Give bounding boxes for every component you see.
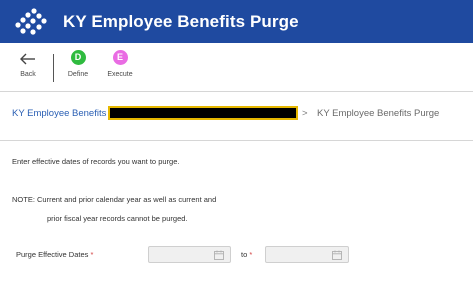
purge-date-from-input[interactable]: [148, 246, 231, 263]
step-define-badge: D: [70, 50, 86, 65]
breadcrumb-current: KY Employee Benefits Purge: [317, 108, 440, 119]
purge-dates-label-text: Purge Effective Dates: [16, 250, 89, 259]
back-button[interactable]: Back: [16, 51, 40, 78]
calendar-icon[interactable]: [214, 250, 224, 260]
to-label-text: to: [241, 250, 248, 259]
step-execute[interactable]: E Execute: [105, 50, 135, 78]
to-required-marker: *: [249, 250, 253, 259]
step-define-label: Define: [67, 71, 89, 78]
note-line-2: prior fiscal year records cannot be purg…: [47, 214, 188, 223]
back-arrow-icon: [20, 53, 35, 65]
to-label: to *: [241, 250, 252, 259]
breadcrumb-separator: >: [302, 108, 308, 119]
purge-dates-label: Purge Effective Dates *: [16, 250, 93, 259]
step-define[interactable]: D Define: [66, 50, 90, 78]
app-logo-icon: [15, 8, 47, 35]
app-title: KY Employee Benefits Purge: [63, 12, 299, 31]
redacted-block: [108, 106, 298, 120]
step-execute-label: Execute: [107, 71, 133, 78]
breadcrumb-link[interactable]: KY Employee Benefits: [12, 108, 106, 119]
step-execute-badge: E: [112, 50, 128, 65]
calendar-icon[interactable]: [332, 250, 342, 260]
note-line-1: NOTE: Current and prior calendar year as…: [12, 195, 217, 204]
required-marker: *: [90, 250, 94, 259]
back-label: Back: [20, 71, 36, 78]
toolbar-divider: [53, 54, 54, 82]
title-bar: KY Employee Benefits Purge: [0, 0, 473, 43]
content-divider-line: [0, 140, 473, 141]
toolbar: Back D Define E Execute: [0, 43, 473, 91]
instruction-text: Enter effective dates of records you wan…: [12, 157, 180, 166]
purge-date-to-input[interactable]: [265, 246, 349, 263]
toolbar-divider-line: [0, 91, 473, 92]
